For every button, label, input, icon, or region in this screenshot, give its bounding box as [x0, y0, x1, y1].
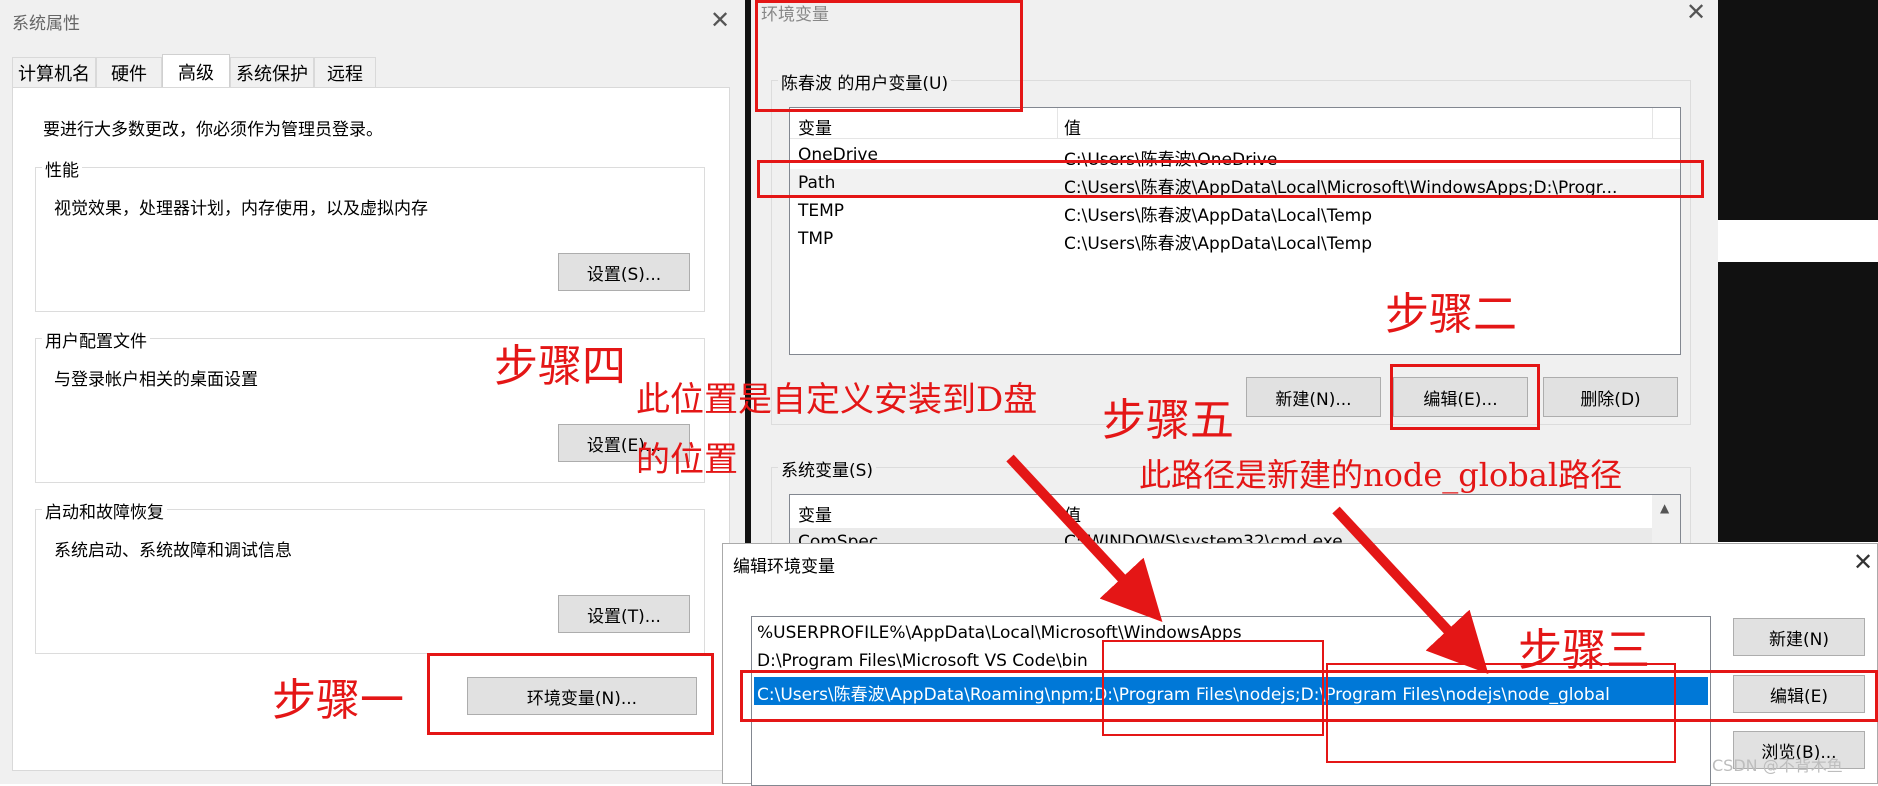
annotation-arrows [1006, 454, 1489, 674]
arrow-to-nodejs-icon [1006, 454, 1163, 622]
arrow-to-node-global-icon [1332, 506, 1489, 674]
watermark: CSDN @不背木鱼 [1712, 756, 1843, 775]
